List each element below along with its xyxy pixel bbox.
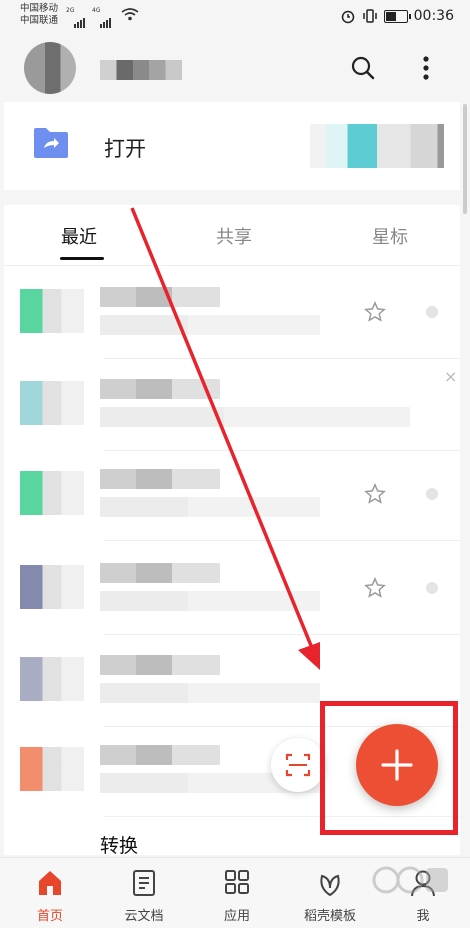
star-icon[interactable] [364,301,386,323]
tab-starred[interactable]: 星标 [372,223,408,249]
nav-apps-label: 应用 [223,909,250,924]
scan-icon [285,753,311,777]
tab-shared[interactable]: 共享 [216,223,252,249]
signal-icon [100,9,112,28]
carrier-1: 中国移动 [20,3,59,14]
avatar[interactable] [24,42,76,94]
active-tab-indicator [60,257,104,260]
app-header [0,36,470,100]
nav-templates-label: 稻壳模板 [303,909,356,924]
sync-status-dot [426,306,438,318]
apps-grid-icon [225,870,249,894]
divider [4,265,460,266]
more-button[interactable] [410,52,442,84]
carrier-info: 中国移动 中国联通 [20,3,58,27]
file-meta-blurred [100,497,320,517]
document-icon [133,870,155,896]
leaf-icon [320,874,340,897]
list-item[interactable] [4,267,460,359]
file-thumbnail [20,381,84,425]
file-title-blurred [100,287,220,307]
sync-status-dot [426,582,438,594]
nav-cloud-docs-label: 云文档 [124,909,164,924]
sync-status-dot [426,488,438,500]
watermark-logo [372,866,448,894]
nav-me-label: 我 [416,909,430,924]
file-thumbnail [20,471,84,515]
nav-cloud-docs[interactable]: 云文档 [104,858,184,928]
home-icon [39,871,61,895]
open-label: 打开 [104,137,146,161]
file-title-blurred [100,379,220,399]
file-meta-blurred [100,407,410,427]
vibrate-icon [362,9,377,23]
close-icon[interactable]: × [444,367,457,386]
scan-button[interactable] [271,738,325,792]
file-meta-blurred [100,315,320,335]
tab-recent[interactable]: 最近 [61,223,97,249]
nav-home[interactable]: 首页 [10,858,90,928]
clock: 00:36 [413,8,454,24]
file-thumbnail [20,289,84,333]
search-icon [351,56,375,80]
recent-file-preview[interactable] [310,124,444,168]
annotation-highlight-box [320,701,458,835]
list-item[interactable] [4,543,460,635]
open-file-card[interactable]: 打开 [4,102,460,190]
status-bar: 中国移动 中国联通 2G 4G 00:36 [0,0,470,36]
file-thumbnail [20,565,84,609]
star-icon[interactable] [364,577,386,599]
alarm-icon [341,10,354,24]
open-folder-icon [34,128,68,158]
file-title-blurred [100,563,220,583]
file-title-blurred [100,469,220,489]
list-item[interactable] [4,449,460,541]
battery-icon [383,9,411,23]
file-thumbnail [20,747,84,791]
search-button[interactable] [347,52,379,84]
divider [104,540,460,541]
list-item[interactable]: × [4,359,460,451]
star-icon[interactable] [364,483,386,505]
wifi-icon [121,8,139,21]
file-meta-blurred [100,591,320,611]
file-title-blurred [100,655,220,675]
signal-icon [74,9,86,28]
file-meta-blurred [100,683,320,703]
file-title-blurred [100,745,220,765]
file-title: 转换 [100,835,139,857]
more-vertical-icon [423,56,429,80]
username-blurred [100,60,182,80]
scrollbar[interactable] [463,104,467,214]
nav-apps[interactable]: 应用 [197,858,277,928]
file-thumbnail [20,657,84,701]
carrier-2: 中国联通 [20,15,59,26]
nav-home-label: 首页 [36,909,63,924]
